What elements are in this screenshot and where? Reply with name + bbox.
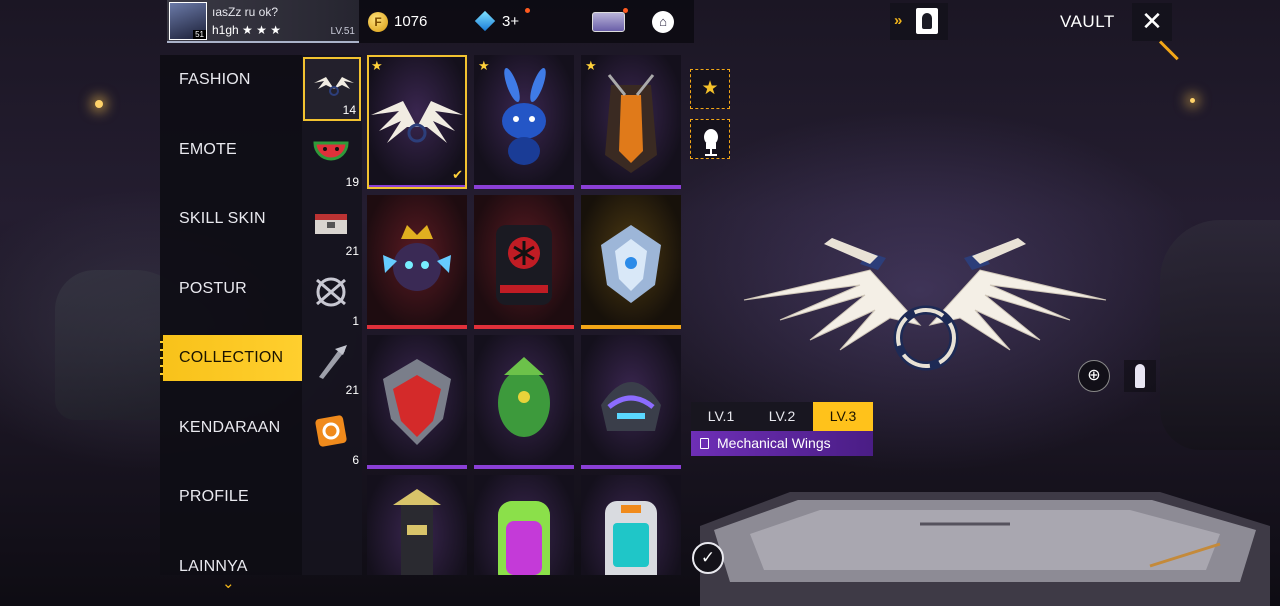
dark-cape-item-art (605, 74, 657, 173)
settings-button[interactable]: ✓ (692, 542, 724, 574)
collection-item-grid: ★ ✔ ★ ★ (367, 55, 682, 575)
item-tile-cyber-backpack[interactable] (581, 475, 681, 575)
category-count: 1 (352, 314, 359, 328)
gear-emblem-icon (316, 277, 346, 307)
item-tile-red-crest[interactable] (367, 335, 467, 469)
character-portrait-icon (916, 8, 938, 34)
zoom-button[interactable]: ⊕ (1078, 360, 1110, 392)
item-tile-dark-cape[interactable]: ★ (581, 55, 681, 189)
menu-item-kendaraan[interactable]: KENDARAAN (160, 405, 302, 451)
category-watermelon[interactable]: 19 (302, 127, 362, 191)
category-chest[interactable]: 21 (302, 196, 362, 260)
double-chevron-icon: » (894, 12, 903, 29)
category-count: 14 (342, 103, 356, 117)
mannequin-filter-button[interactable] (690, 119, 730, 159)
spider-backpack-item-art (496, 225, 552, 305)
item-tile-neon-helmet[interactable] (581, 335, 681, 469)
cyber-backpack-item-art (605, 501, 657, 575)
gear-check-icon: ✓ (700, 548, 716, 567)
membership-card-icon[interactable] (592, 12, 625, 32)
diamond-balance[interactable]: 3+ (502, 13, 519, 30)
neon-helmet-item-art (601, 382, 661, 431)
chest-icon (315, 214, 347, 234)
sticker-icon (315, 415, 347, 447)
golden-knight-item-art (393, 489, 441, 575)
item-name-label: Mechanical Wings (717, 435, 831, 451)
wings-icon (314, 77, 354, 96)
menu-item-fashion[interactable]: FASHION (160, 57, 302, 103)
close-button[interactable]: ✕ (1132, 3, 1172, 41)
coin-balance: 1076 (394, 13, 428, 30)
neon-backpack-item-art (498, 501, 550, 575)
tab-lv3[interactable]: LV.3 (813, 402, 873, 431)
store-icon[interactable]: ⌂ (652, 11, 674, 33)
display-platform (700, 492, 1270, 606)
item-tile-crowned-bomb[interactable] (367, 195, 467, 329)
mannequin-icon (704, 129, 718, 156)
category-wings[interactable]: 14 (303, 57, 361, 121)
tab-lv1[interactable]: LV.1 (691, 402, 751, 431)
item-tile-blue-bunny[interactable]: ★ (474, 55, 574, 189)
player-profile-card[interactable]: 51 ıasZz ru ok? h1gh ★ ★ ★ LV.51 (167, 0, 359, 43)
close-icon: ✕ (1141, 6, 1163, 36)
mechanical-wings-preview (743, 238, 1107, 371)
weapon-icon (319, 345, 347, 379)
item-tile-mechanical-wings[interactable]: ★ ✔ (367, 55, 467, 189)
green-plant-item-art (498, 357, 550, 437)
zoom-in-icon: ⊕ (1087, 367, 1101, 384)
category-emblem[interactable]: 1 (302, 266, 362, 330)
category-weapon[interactable]: 21 (302, 335, 362, 399)
menu-item-postur[interactable]: POSTUR (160, 266, 302, 312)
category-count: 21 (345, 383, 359, 397)
background-light (1190, 98, 1195, 103)
player-name: ıasZz ru ok? (212, 5, 279, 19)
item-tile-ice-crest[interactable] (581, 195, 681, 329)
equipped-check-icon: ✔ (452, 167, 463, 182)
avatar-level-badge: 51 (193, 30, 206, 39)
watermelon-icon (313, 141, 349, 161)
background-light (95, 100, 103, 108)
background-vehicle-right (1160, 220, 1280, 450)
level-tabs: LV.1 LV.2 LV.3 (691, 402, 873, 431)
character-figure-icon (1135, 364, 1145, 388)
category-count: 6 (352, 453, 359, 467)
notification-dot (623, 8, 628, 13)
selected-item-name: Mechanical Wings (691, 431, 873, 456)
notification-dot (525, 8, 530, 13)
item-tile-neon-backpack[interactable] (474, 475, 574, 575)
gold-coin-icon: F (368, 12, 388, 32)
tab-lv2[interactable]: LV.2 (752, 402, 812, 431)
menu-item-profile[interactable]: PROFILE (160, 474, 302, 520)
collection-category-list: 14 19 21 1 21 6 (302, 55, 362, 575)
character-pass-button[interactable]: » (890, 3, 948, 40)
category-sticker[interactable]: 6 (302, 405, 362, 469)
favorites-filter-button[interactable]: ★ (690, 69, 730, 109)
menu-item-emote[interactable]: EMOTE (160, 127, 302, 173)
category-count: 21 (345, 244, 359, 258)
item-tile-spider-backpack[interactable] (474, 195, 574, 329)
vault-menu: FASHION EMOTE SKILL SKIN POSTUR COLLECTI… (160, 55, 302, 575)
ice-crest-item-art (601, 225, 661, 303)
item-tile-golden-knight[interactable] (367, 475, 467, 575)
player-tag: h1gh ★ ★ ★ (212, 23, 281, 37)
page-title: VAULT (1060, 12, 1115, 31)
blue-bunny-item-art (502, 67, 546, 165)
star-icon: ★ (701, 78, 719, 99)
menu-item-collection[interactable]: COLLECTION (160, 335, 302, 381)
item-tag-icon (700, 438, 709, 449)
category-count: 19 (345, 175, 359, 189)
menu-item-skill-skin[interactable]: SKILL SKIN (160, 196, 302, 242)
currency-bar: F 1076 3+ ⌂ (359, 0, 694, 43)
player-avatar: 51 (169, 2, 207, 40)
diamond-icon[interactable] (474, 10, 496, 32)
chevron-down-icon[interactable]: ⌄ (222, 574, 235, 592)
item-tile-green-plant[interactable] (474, 335, 574, 469)
preview-character-button[interactable] (1124, 360, 1156, 392)
crowned-bomb-item-art (383, 225, 451, 291)
red-crest-item-art (383, 359, 451, 445)
player-level: LV.51 (330, 26, 355, 37)
